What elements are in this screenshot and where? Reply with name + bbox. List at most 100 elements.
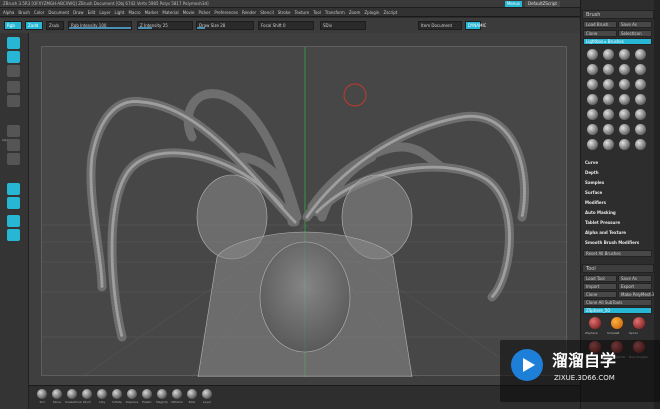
import-tool-button[interactable]: Import (583, 283, 617, 290)
left-tool-transp[interactable] (7, 215, 20, 227)
brush-thumbnail[interactable] (635, 79, 646, 90)
rgb-intensity-slider[interactable]: Rgb Intensity 100 (68, 21, 132, 30)
menu-item-document[interactable]: Document (48, 10, 69, 15)
bottom-brush-std[interactable]: Std (35, 389, 49, 404)
menu-item-texture[interactable]: Texture (294, 10, 309, 15)
brush-thumbnail[interactable] (635, 64, 646, 75)
menu-item-draw[interactable]: Draw (73, 10, 83, 15)
brush-submenu-item[interactable]: Surface (585, 190, 602, 195)
bottom-brush-displace[interactable]: Displace (125, 389, 139, 404)
left-tool-color[interactable] (7, 183, 20, 195)
left-tool-stroke[interactable] (7, 139, 20, 151)
tool-thumbnail[interactable]: SimpleB (607, 317, 627, 339)
menu-item-tool[interactable]: Tool (313, 10, 321, 15)
brush-thumbnail[interactable] (587, 139, 598, 150)
menu-item-alpha[interactable]: Alpha (3, 10, 14, 15)
bottom-brush-inflate[interactable]: Inflate (110, 389, 124, 404)
brush-submenu-item[interactable]: Tablet Pressure (585, 220, 620, 225)
brush-thumbnail[interactable] (603, 79, 614, 90)
menus-button[interactable]: Menus (505, 1, 522, 7)
dynamic-button[interactable]: DYNAMIC (465, 21, 486, 30)
brush-thumbnail[interactable] (619, 139, 630, 150)
left-tool-material[interactable] (7, 153, 20, 165)
menu-item-movie[interactable]: Movie (183, 10, 195, 15)
lightbox-brushes-button[interactable]: Lightbox ▸ Brushes (583, 38, 652, 45)
brush-thumbnail[interactable] (603, 94, 614, 105)
zadd-toggle[interactable]: Zadd (25, 21, 43, 30)
menu-item-color[interactable]: Color (34, 10, 44, 15)
bottom-brush-snakehook[interactable]: SnakeHook (65, 389, 82, 404)
bottom-brush-pinch[interactable]: Pinch (80, 389, 94, 404)
tool-panel-header[interactable]: Tool (582, 264, 654, 273)
menu-item-render[interactable]: Render (242, 10, 256, 15)
brush-thumbnail[interactable] (603, 64, 614, 75)
menu-item-zplugin[interactable]: Zplugin (364, 10, 379, 15)
select-icon-button[interactable]: SelectIcon (618, 30, 652, 37)
menu-item-brush[interactable]: Brush (18, 10, 30, 15)
item-document-field[interactable]: Item Document (418, 21, 462, 30)
brush-thumbnail[interactable] (603, 109, 614, 120)
load-brush-button[interactable]: Load Brush (583, 21, 617, 28)
bottom-brush-clay[interactable]: Clay (95, 389, 109, 404)
focal-shift-slider[interactable]: Focal Shift 0 (258, 21, 314, 30)
brush-thumbnail[interactable] (603, 139, 614, 150)
export-tool-button[interactable]: Export (618, 283, 652, 290)
brush-thumbnail[interactable] (635, 139, 646, 150)
left-tool-edit[interactable] (7, 37, 20, 49)
brush-thumbnail[interactable] (587, 94, 598, 105)
clone-brush-button[interactable]: Clone (583, 30, 617, 37)
zsub-toggle[interactable]: Zsub (46, 21, 64, 30)
brush-submenu-item[interactable]: Smooth Brush Modifiers (585, 240, 639, 245)
tool-thumbnail[interactable]: Spiral (629, 317, 649, 339)
brush-thumbnail[interactable] (619, 124, 630, 135)
draw-size-slider[interactable]: Draw Size 28 (196, 21, 254, 30)
rgb-toggle[interactable]: Rgb (4, 21, 22, 30)
brush-thumbnail[interactable] (635, 124, 646, 135)
brush-submenu-item[interactable]: Alpha and Texture (585, 230, 626, 235)
menu-item-stencil[interactable]: Stencil (260, 10, 274, 15)
z-intensity-slider[interactable]: Z Intensity 25 (137, 21, 193, 30)
current-tool-button[interactable]: ZSphere_50 (583, 307, 652, 314)
bottom-brush-move[interactable]: Move (50, 389, 64, 404)
save-tool-button[interactable]: Save As (618, 275, 652, 282)
brush-thumbnail[interactable] (619, 49, 630, 60)
bottom-brush-layer[interactable]: Layer (200, 389, 214, 404)
menu-item-marker[interactable]: Marker (145, 10, 159, 15)
brush-thumbnail[interactable] (603, 49, 614, 60)
menu-item-preferences[interactable]: Preferences (214, 10, 238, 15)
brush-submenu-item[interactable]: Samples (585, 180, 604, 185)
load-tool-button[interactable]: Load Tool (583, 275, 617, 282)
brush-submenu-item[interactable]: Auto Masking (585, 210, 616, 215)
menu-item-zscript[interactable]: Zscript (383, 10, 397, 15)
brush-thumbnail[interactable] (619, 109, 630, 120)
left-tool-alpha[interactable] (7, 125, 20, 137)
brush-submenu-item[interactable]: Depth (585, 170, 599, 175)
brush-thumbnail[interactable] (587, 49, 598, 60)
make-polymesh-button[interactable]: Make PolyMesh3D (618, 291, 657, 298)
bottom-brush-elastic[interactable]: Elastic (140, 389, 154, 404)
brush-thumbnail[interactable] (635, 49, 646, 60)
left-tool-move[interactable] (7, 65, 20, 77)
brush-thumbnail[interactable] (587, 64, 598, 75)
tool-thumbnail[interactable]: ZSphere (585, 317, 605, 339)
document-canvas[interactable] (41, 46, 568, 378)
sdiv-slider[interactable]: SDiv (320, 21, 366, 30)
clone-all-subtools-button[interactable]: Clone All SubTools (583, 299, 652, 306)
left-tool-ghost[interactable] (7, 229, 20, 241)
menu-item-macro[interactable]: Macro (128, 10, 140, 15)
brush-thumbnail[interactable] (587, 124, 598, 135)
menu-item-edit[interactable]: Edit (88, 10, 96, 15)
menu-item-stroke[interactable]: Stroke (278, 10, 291, 15)
brush-thumbnail[interactable] (635, 109, 646, 120)
clone-tool-button[interactable]: Clone (583, 291, 617, 298)
bottom-brush-magnify[interactable]: Magnify (155, 389, 169, 404)
brush-thumbnail[interactable] (619, 64, 630, 75)
brush-thumbnail[interactable] (635, 94, 646, 105)
brush-submenu-item[interactable]: Modifiers (585, 200, 606, 205)
left-tool-polyf[interactable] (7, 197, 20, 209)
menu-item-picker[interactable]: Picker (198, 10, 210, 15)
bottom-brush-mpolish[interactable]: MPolish (170, 389, 184, 404)
brush-thumbnail[interactable] (587, 109, 598, 120)
menu-item-material[interactable]: Material (162, 10, 178, 15)
menu-item-zoom[interactable]: Zoom (349, 10, 361, 15)
